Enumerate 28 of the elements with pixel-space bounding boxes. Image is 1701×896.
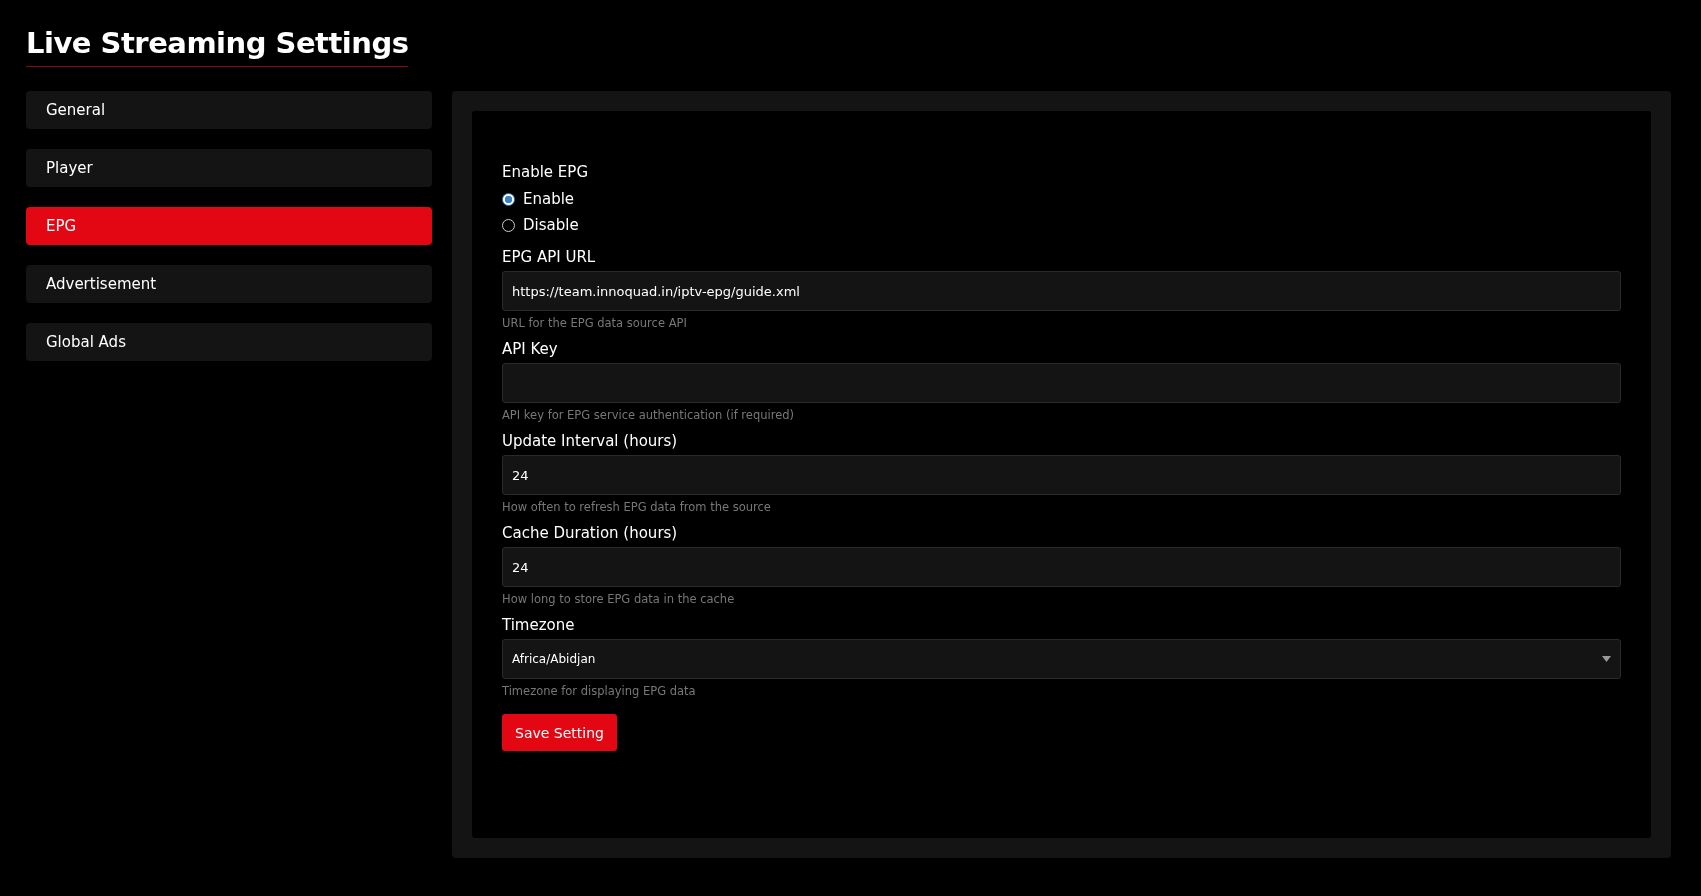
radio-button[interactable] (502, 218, 515, 232)
radio-button[interactable] (502, 192, 515, 206)
input-field[interactable]: 24 (502, 547, 1621, 587)
help-text: Timezone for displaying EPG data (502, 684, 697, 698)
field-label: Timezone (502, 616, 576, 634)
sidebar-item[interactable]: General (26, 91, 432, 129)
help-text: How long to store EPG data in the cache (502, 592, 736, 606)
help-text: URL for the EPG data source API (502, 316, 688, 330)
radio-label: Disable (523, 216, 579, 234)
radio-label: Enable (523, 190, 575, 208)
input-field[interactable] (502, 363, 1621, 403)
input-field[interactable]: 24 (502, 455, 1621, 495)
select-field[interactable]: Africa/Abidjan (502, 639, 1621, 679)
input-field[interactable]: https://team.innoquad.in/iptv-epg/guide.xml (502, 271, 1621, 311)
field-label: API Key (502, 340, 559, 358)
save-button[interactable]: Save Setting (502, 714, 617, 751)
sidebar-item[interactable]: Advertisement (26, 265, 432, 303)
page-title: Live Streaming Settings (26, 26, 409, 67)
caret-icon (1602, 656, 1611, 662)
field-label: Cache Duration (hours) (502, 524, 679, 542)
field-label: Enable EPG (502, 163, 589, 181)
help-text: API key for EPG service authentication (if required) (502, 408, 796, 422)
sidebar-item[interactable]: Player (26, 149, 432, 187)
sidebar-item[interactable]: EPG (26, 207, 432, 245)
field-label: Update Interval (hours) (502, 432, 679, 450)
field-label: EPG API URL (502, 248, 597, 266)
sidebar-item[interactable]: Global Ads (26, 323, 432, 361)
help-text: How often to refresh EPG data from the source (502, 500, 772, 514)
